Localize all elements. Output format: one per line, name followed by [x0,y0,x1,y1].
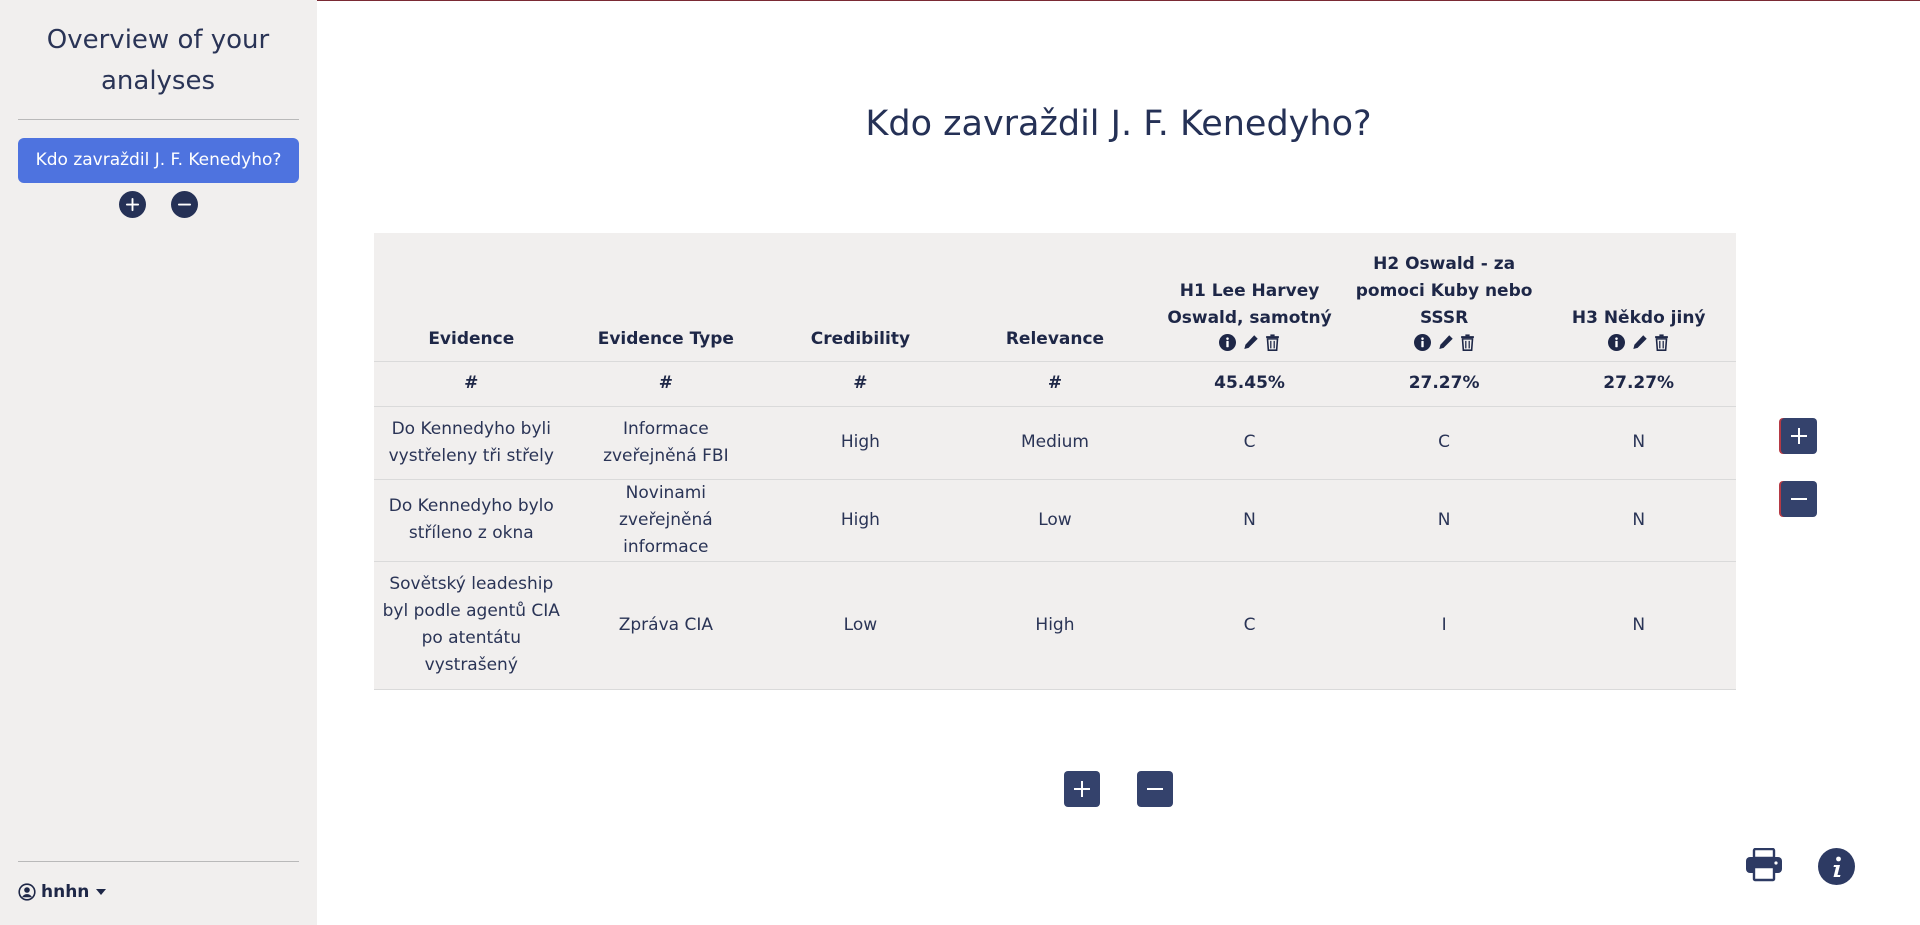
analysis-title: Kdo zavraždil J. F. Kenedyho? [865,104,1372,144]
credibility-cell[interactable]: Low [763,561,958,690]
evidence-type-cell: Informace zveřejněná FBI [568,406,764,480]
trash-icon[interactable] [1265,334,1280,351]
info-icon[interactable] [1219,334,1237,351]
hypothesis-2-rating[interactable]: C [1346,406,1542,480]
add-hypothesis-button[interactable] [1781,418,1817,454]
table-header-row: Evidence Evidence Type Credibility Relev… [374,233,1736,362]
column-header-credibility: Credibility [763,233,958,362]
relevance-cell[interactable]: High [957,561,1153,690]
remove-hypothesis-button[interactable] [1781,481,1817,517]
add-evidence-button[interactable] [1064,771,1100,807]
column-header-hypothesis-3: H3 Někdo jiný [1541,233,1736,362]
hypothesis-1-rating[interactable]: C [1152,406,1347,480]
score-placeholder: # [957,361,1153,407]
relevance-cell[interactable]: Medium [957,406,1153,480]
pencil-icon[interactable] [1437,334,1454,351]
relevance-cell[interactable]: Low [957,479,1153,562]
hypothesis-2-rating[interactable]: N [1346,479,1542,562]
score-placeholder: # [763,361,958,407]
print-button[interactable] [1745,847,1783,886]
hypothesis-label: H1 Lee Harvey Oswald, samotný [1167,280,1332,328]
add-analysis-button[interactable] [119,191,146,218]
hypothesis-2-score: 27.27% [1346,361,1542,407]
plus-icon [1791,428,1807,444]
credibility-cell[interactable]: High [763,479,958,562]
user-menu[interactable]: hnhn [18,882,107,902]
hypothesis-label: H3 Někdo jiný [1571,307,1706,328]
info-icon[interactable] [1413,334,1431,351]
column-header-relevance: Relevance [957,233,1153,362]
table-row[interactable]: Do Kennedyho byli vystřeleny tři střely … [374,406,1736,480]
score-placeholder: # [374,361,569,407]
sidebar: Overview of your analyses Kdo zavraždil … [0,0,317,925]
hypothesis-3-rating[interactable]: N [1541,479,1736,562]
minus-icon [1791,498,1807,500]
table-row[interactable]: Do Kennedyho bylo stříleno z okna Novina… [374,479,1736,562]
column-header-evidence-type: Evidence Type [568,233,764,362]
sidebar-footer-divider [18,861,299,862]
username: hnhn [41,882,90,902]
table-row[interactable]: Sovětský leadeship byl podle agentů CIA … [374,561,1736,690]
remove-analysis-button[interactable] [171,191,198,218]
remove-evidence-button[interactable] [1137,771,1173,807]
evidence-type-cell: Zpráva CIA [568,561,764,690]
chevron-down-icon [96,889,107,895]
printer-icon [1746,847,1782,882]
minus-icon [1147,788,1163,790]
score-placeholder: # [568,361,764,407]
hypothesis-3-rating[interactable]: N [1541,406,1736,480]
credibility-cell[interactable]: High [763,406,958,480]
pencil-icon[interactable] [1242,334,1259,351]
evidence-cell: Do Kennedyho bylo stříleno z okna [374,479,569,562]
user-circle-icon [18,883,36,901]
hypothesis-3-rating[interactable]: N [1541,561,1736,690]
hypothesis-2-rating[interactable]: I [1346,561,1542,690]
hypothesis-1-score: 45.45% [1152,361,1347,407]
evidence-type-cell: Novinami zveřejněná informace [568,479,764,562]
hypothesis-label: H2 Oswald - za pomoci Kuby nebo SSSR [1355,253,1533,328]
analysis-item-kennedy[interactable]: Kdo zavraždil J. F. Kenedyho? [18,138,299,183]
evidence-cell: Sovětský leadeship byl podle agentů CIA … [374,561,569,690]
ach-matrix: Evidence Evidence Type Credibility Relev… [374,233,1736,690]
pencil-icon[interactable] [1631,334,1648,351]
hypothesis-1-rating[interactable]: C [1152,561,1347,690]
column-header-hypothesis-2: H2 Oswald - za pomoci Kuby nebo SSSR [1346,233,1542,362]
trash-icon[interactable] [1460,334,1475,351]
plus-icon [125,197,140,212]
info-icon[interactable] [1608,334,1626,351]
hypothesis-3-score: 27.27% [1541,361,1736,407]
hypothesis-1-rating[interactable]: N [1152,479,1347,562]
trash-icon[interactable] [1654,334,1669,351]
info-icon [1833,856,1841,877]
evidence-cell: Do Kennedyho byli vystřeleny tři střely [374,406,569,480]
sidebar-divider [18,119,299,120]
help-info-button[interactable] [1818,848,1855,885]
sidebar-title: Overview of your analyses [46,25,270,96]
column-header-evidence: Evidence [374,233,569,362]
score-row: # # # # 45.45% 27.27% 27.27% [374,361,1736,407]
plus-icon [1074,781,1090,797]
column-header-hypothesis-1: H1 Lee Harvey Oswald, samotný [1152,233,1347,362]
minus-icon [177,203,192,206]
